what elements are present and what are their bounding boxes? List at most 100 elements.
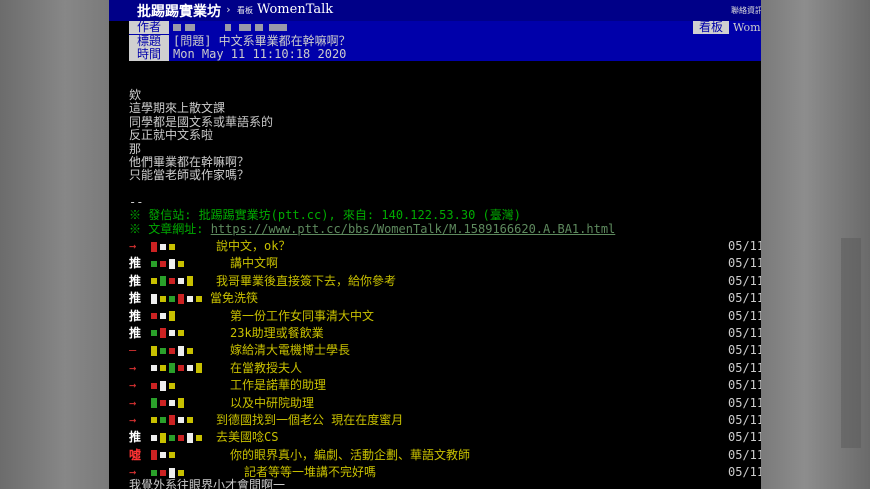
push-content: 在當教授夫人 [230, 360, 303, 375]
mosaic-block [196, 363, 202, 374]
redacted-user-id [151, 238, 178, 255]
contact-link[interactable]: 聯絡資訊 [731, 5, 761, 16]
push-content: 當免洗筷 [210, 291, 259, 306]
mosaic-block [187, 295, 193, 302]
push-item: 推 講中文啊 05/11 [129, 255, 761, 272]
push-content: 去美國唸CS [216, 430, 279, 445]
board-link[interactable]: WomenTalk [257, 2, 333, 17]
push-content: 23k助理或餐飲業 [230, 325, 324, 340]
mosaic-block [160, 295, 166, 302]
article-url-link[interactable]: https://www.ptt.cc/bbs/WomenTalk/M.15891… [211, 222, 616, 236]
redacted-author [173, 24, 181, 31]
push-content: 說中文，ok？ [216, 239, 291, 253]
mosaic-block [160, 347, 166, 354]
push-tag: 推 [129, 256, 142, 271]
mosaic-block [151, 365, 157, 372]
board-label: 看板 [693, 21, 729, 34]
body-line: 反正就中文系啦 [129, 128, 214, 143]
push-item: – 嫁給清大電機博士學長 05/11 [129, 342, 761, 359]
push-date: 05/11 [728, 465, 761, 480]
redacted-author [269, 24, 287, 31]
mosaic-block [160, 328, 166, 339]
push-item: 推 23k助理或餐飲業 05/11 [129, 325, 761, 342]
mosaic-block [169, 382, 175, 389]
redacted-user-id [151, 325, 187, 342]
push-date: 05/11 [728, 343, 761, 358]
mosaic-block [151, 469, 157, 476]
mosaic-block [151, 313, 157, 320]
push-date: 05/11 [728, 447, 761, 462]
mosaic-block [178, 469, 184, 476]
mosaic-block [178, 434, 184, 441]
mosaic-block [160, 365, 166, 372]
mosaic-block [196, 295, 202, 302]
redacted-user-id [151, 447, 178, 464]
push-date: 05/11 [728, 395, 761, 410]
push-tag: 推 [129, 291, 142, 306]
mosaic-block [169, 330, 175, 337]
mosaic-block [178, 365, 184, 372]
push-date: 05/11 [728, 256, 761, 271]
redacted-user-id [151, 429, 205, 446]
push-date: 05/11 [728, 412, 761, 427]
mosaic-block [160, 380, 166, 391]
mosaic-block [151, 398, 157, 409]
blurred-scrollbar [841, 238, 861, 448]
redacted-user-id [151, 360, 205, 377]
push-date: 05/11 [728, 291, 761, 306]
push-content: 第一份工作女同事清大中文 [230, 308, 375, 323]
body-line: 這學期來上散文課 [129, 101, 226, 116]
push-content: 以及中研院助理 [230, 395, 315, 410]
time-row: 時間 Mon May 11 11:10:18 2020 [129, 48, 761, 61]
push-item: 推 當免洗筷 05/11 [129, 290, 761, 307]
mosaic-block [187, 417, 193, 424]
mosaic-block [178, 278, 184, 285]
mosaic-block [151, 260, 157, 267]
push-tag: 推 [129, 273, 142, 288]
push-date: 05/11 [728, 308, 761, 323]
mosaic-block [151, 417, 157, 424]
push-item: → 在當教授夫人 05/11 [129, 360, 761, 377]
site-logo-link[interactable]: 批踢踢實業坊 [137, 1, 221, 21]
mosaic-block [151, 450, 157, 461]
redacted-user-id [151, 255, 187, 272]
mosaic-block [169, 452, 175, 459]
mosaic-block [160, 260, 166, 267]
push-tag: → [129, 378, 137, 393]
mosaic-block [169, 400, 175, 407]
push-tag: 推 [129, 308, 142, 323]
mosaic-block [151, 382, 157, 389]
mosaic-block [187, 432, 193, 443]
mosaic-block [187, 276, 193, 287]
redacted-author [225, 24, 231, 31]
push-tag: → [129, 412, 137, 427]
blurred-background-left [0, 0, 109, 489]
mosaic-block [151, 345, 157, 356]
mosaic-block [151, 241, 157, 252]
push-tag: → [129, 239, 137, 253]
push-date: 05/11 [728, 325, 761, 340]
mosaic-block [169, 295, 175, 302]
mosaic-block [178, 260, 184, 267]
push-tag: → [129, 395, 137, 410]
push-content: 到德國找到一個老公 現在在度蜜月 [216, 412, 404, 427]
mosaic-block [169, 243, 175, 250]
site-topbar: 批踢踢實業坊 › 看板 WomenTalk 聯絡資訊 [109, 0, 761, 21]
redacted-author [255, 24, 263, 31]
signature-source: ※ 發信站: 批踢踢實業坊(ptt.cc), 來自: 140.122.53.30… [129, 208, 521, 223]
redacted-user-id [151, 377, 178, 394]
ptt-article-view: 批踢踢實業坊 › 看板 WomenTalk 聯絡資訊 作者 看板 Women 標… [109, 0, 761, 489]
push-date: 05/11 [728, 430, 761, 445]
mosaic-block [160, 432, 166, 443]
time-label: 時間 [129, 48, 169, 61]
push-date: 05/11 [728, 360, 761, 375]
push-item: 噓 你的眼界真小，編劇、活動企劃、華語文教師 05/11 [129, 447, 761, 464]
redacted-user-id [151, 290, 205, 307]
redacted-author [185, 24, 195, 31]
signature: -- ※ 發信站: 批踢踢實業坊(ptt.cc), 來自: 140.122.53… [129, 195, 616, 236]
mosaic-block [187, 347, 193, 354]
redacted-author [239, 24, 251, 31]
signature-url-prefix: ※ 文章網址: [129, 221, 211, 236]
article-body: 欸 這學期來上散文課 同學都是國文系或華語系的 反正就中文系啦 那 他們畢業都在… [129, 88, 273, 183]
redacted-user-id [151, 412, 196, 429]
